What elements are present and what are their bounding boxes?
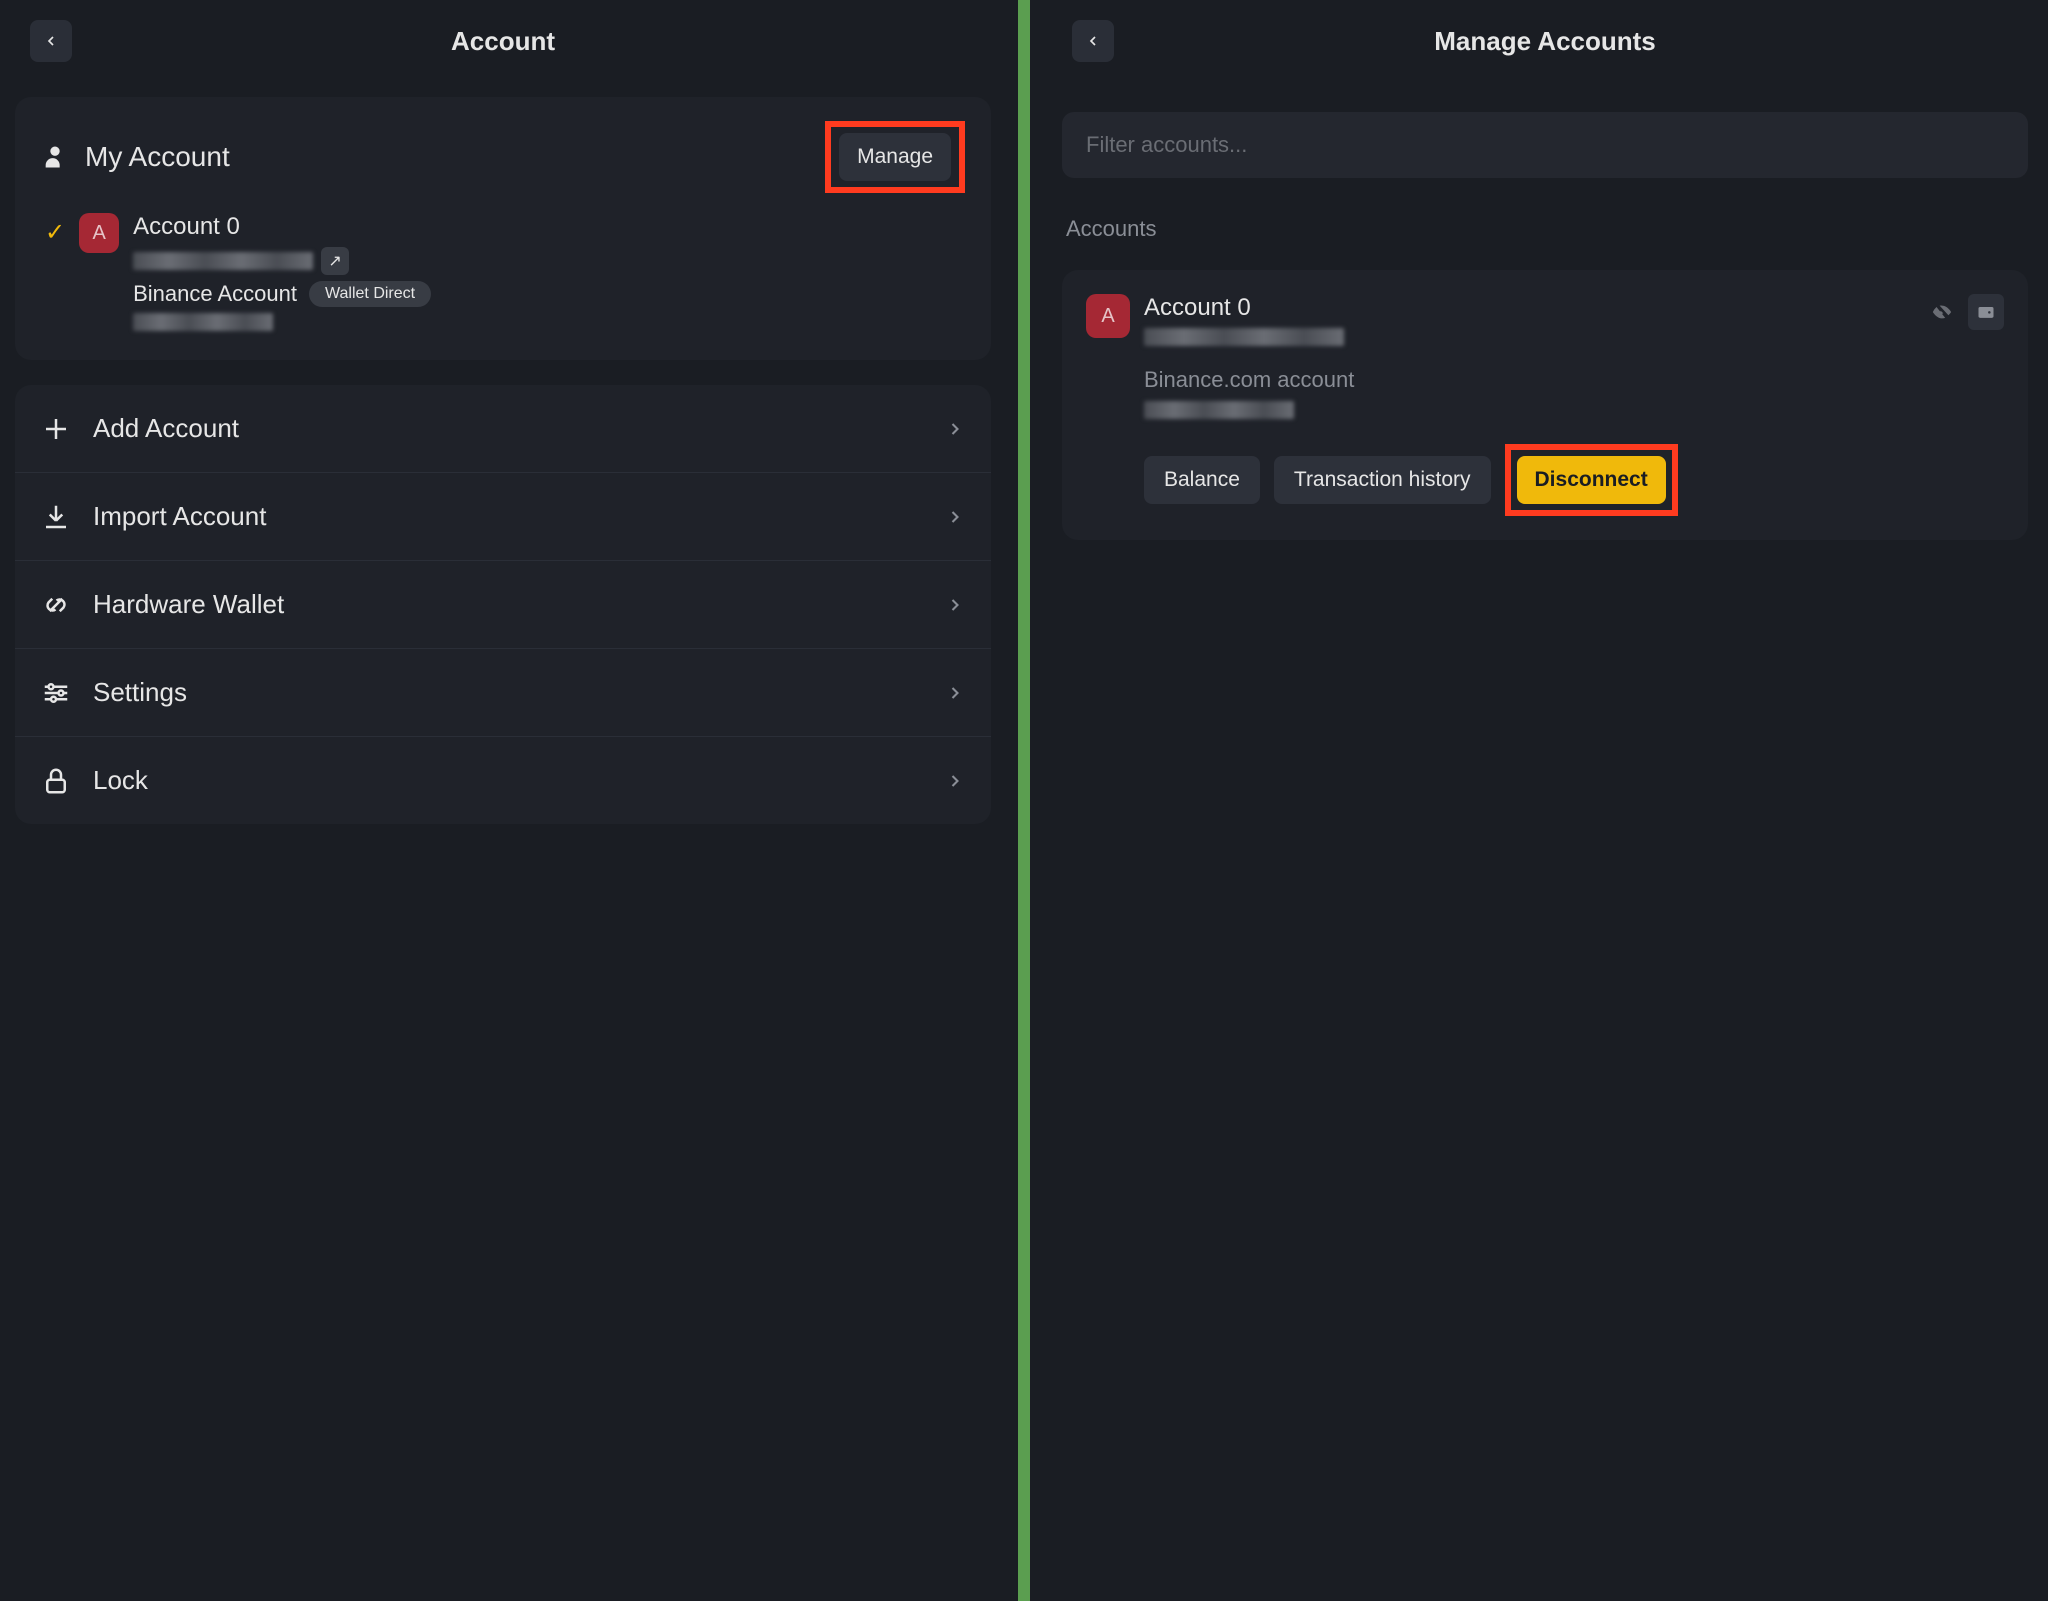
account-name: Account 0 [1144, 294, 1910, 322]
menu-label: Hardware Wallet [93, 589, 284, 620]
account-card: A Account 0 Binance.com account Balance … [1062, 270, 2028, 540]
blurred-address [133, 252, 313, 270]
sliders-icon [41, 678, 71, 708]
menu-item-hardware-wallet[interactable]: Hardware Wallet [15, 561, 991, 649]
external-link-icon[interactable]: ↗ [321, 247, 349, 275]
chevron-left-icon [43, 33, 59, 49]
chevron-right-icon [945, 419, 965, 439]
chevron-left-icon [1085, 33, 1101, 49]
filter-container [1062, 112, 2028, 178]
account-row[interactable]: ✓ A Account 0 ↗ Binance Account Wallet D… [41, 213, 965, 336]
chevron-right-icon [945, 683, 965, 703]
my-account-card: My Account Manage ✓ A Account 0 ↗ Binanc… [15, 97, 991, 360]
blurred-address [1144, 328, 1910, 351]
account-name: Account 0 [133, 213, 965, 241]
manage-accounts-panel: Manage Accounts Accounts A Account 0 Bin… [1042, 0, 2048, 1601]
disconnect-button[interactable]: Disconnect [1517, 456, 1666, 504]
menu-label: Settings [93, 677, 187, 708]
action-row: Balance Transaction history Disconnect [1144, 444, 2004, 516]
account-header: A Account 0 [1086, 294, 2004, 351]
page-title: Account [451, 26, 555, 57]
panel-separator [1018, 0, 1030, 1601]
check-icon: ✓ [45, 218, 65, 247]
manage-button[interactable]: Manage [839, 133, 951, 181]
my-account-label: My Account [85, 141, 230, 173]
transaction-history-button[interactable]: Transaction history [1274, 456, 1491, 504]
avatar: A [1086, 294, 1130, 338]
menu-item-add-account[interactable]: Add Account [15, 385, 991, 473]
header: Account [0, 0, 1006, 82]
back-button[interactable] [30, 20, 72, 62]
plus-icon [41, 414, 71, 444]
menu-item-import-account[interactable]: Import Account [15, 473, 991, 561]
binance-label: Binance Account [133, 281, 297, 307]
chevron-right-icon [945, 771, 965, 791]
page-title: Manage Accounts [1434, 26, 1656, 57]
menu-label: Add Account [93, 413, 239, 444]
chevron-right-icon [945, 507, 965, 527]
account-address-line: ↗ [133, 247, 965, 275]
download-icon [41, 502, 71, 532]
menu-label: Import Account [93, 501, 266, 532]
disconnect-highlight: Disconnect [1505, 444, 1678, 516]
menu-item-settings[interactable]: Settings [15, 649, 991, 737]
blurred-email [133, 313, 965, 336]
lock-icon [41, 766, 71, 796]
wallet-icon [1976, 302, 1996, 322]
account-panel: Account My Account Manage ✓ A Account 0 … [0, 0, 1006, 1601]
account-info: Account 0 [1144, 294, 1910, 351]
manage-highlight: Manage [825, 121, 965, 193]
avatar: A [79, 213, 119, 253]
hide-button[interactable] [1924, 294, 1960, 330]
wallet-button[interactable] [1968, 294, 2004, 330]
menu-list: Add Account Import Account Hardware Wall… [15, 385, 991, 824]
menu-item-lock[interactable]: Lock [15, 737, 991, 824]
menu-label: Lock [93, 765, 148, 796]
section-label: Accounts [1042, 198, 2048, 260]
binance-com-label: Binance.com account [1144, 367, 2004, 393]
header: Manage Accounts [1042, 0, 2048, 82]
card-header: My Account Manage [41, 121, 965, 193]
filter-input[interactable] [1086, 132, 2004, 158]
chevron-right-icon [945, 595, 965, 615]
wallet-direct-badge: Wallet Direct [309, 281, 431, 307]
account-info: Account 0 ↗ Binance Account Wallet Direc… [133, 213, 965, 336]
binance-line: Binance Account Wallet Direct [133, 281, 965, 307]
connect-icon [41, 590, 71, 620]
balance-button[interactable]: Balance [1144, 456, 1260, 504]
eye-off-icon [1931, 301, 1953, 323]
card-title: My Account [41, 141, 230, 173]
blurred-email [1144, 401, 2004, 424]
account-icons [1924, 294, 2004, 330]
back-button[interactable] [1072, 20, 1114, 62]
person-icon [41, 143, 69, 171]
